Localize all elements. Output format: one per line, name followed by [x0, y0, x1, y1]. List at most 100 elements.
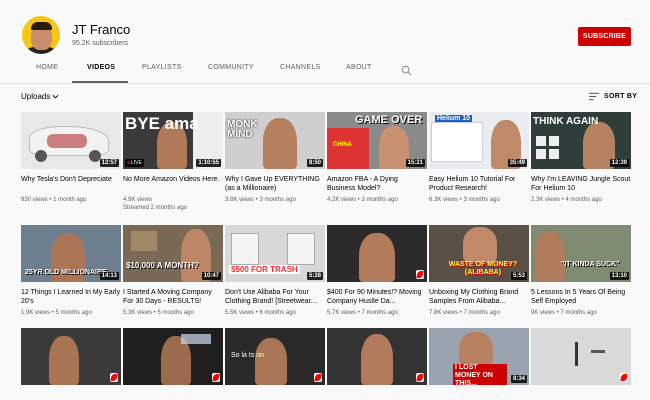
thumbnail-overlay-text: MONK MIND	[227, 119, 258, 140]
video-title[interactable]: Why Tesla's Don't Depreciate	[21, 175, 121, 193]
video-duration: 14:13	[99, 272, 119, 280]
video-thumbnail[interactable]: 12:57	[21, 112, 121, 169]
subscribe-button[interactable]: SUBSCRIBE	[578, 27, 631, 46]
video-thumbnail[interactable]	[531, 328, 631, 385]
video-thumbnail[interactable]: 25YR OLD MILLIONAIRE 14:13	[21, 225, 121, 282]
thumbnail-overlay-subtext: CHINA	[333, 142, 352, 148]
video-meta: 4.2K views • 3 months ago	[327, 197, 398, 203]
video-duration: 8:34	[510, 375, 527, 383]
video-card[interactable]: $400 For 90 Minutes!? Moving Company Hus…	[327, 225, 427, 317]
video-card[interactable]: I LOST MONEY ON THIS... 8:34	[429, 328, 529, 385]
video-title[interactable]: 12 Things I Learned In My Early 20's	[21, 288, 121, 306]
video-title[interactable]: Why I Gave Up EVERYTHING (as a Millionai…	[225, 175, 325, 193]
thumbnail-overlay-text: So la ts on	[231, 352, 265, 359]
sort-by-button[interactable]: SORT BY	[604, 93, 637, 100]
sort-icon[interactable]	[589, 92, 600, 101]
video-card[interactable]	[21, 328, 121, 385]
thumbnail-overlay-text: $10,000 A MONTH?	[126, 261, 199, 270]
video-thumbnail[interactable]: Helium 10 35:49	[429, 112, 529, 169]
video-title[interactable]: Why I'm LEAVING Jungle Scout For Helium …	[531, 175, 631, 193]
video-thumbnail[interactable]	[327, 225, 427, 282]
video-duration: 35:49	[507, 159, 527, 167]
video-card[interactable]: WASTE OF MONEY? (ALIBABA) 5:53 Unboxing …	[429, 225, 529, 317]
subscriber-count: 95.2K subscribers	[72, 40, 129, 47]
video-duration: 5:28	[306, 272, 323, 280]
video-card[interactable]	[327, 328, 427, 385]
video-card[interactable]: GAME OVER CHINA 15:21 Amazon FBA - A Dyi…	[327, 112, 427, 204]
video-meta: 3.8K views • 3 months ago	[225, 197, 296, 203]
video-thumbnail[interactable]: "IT KINDA SUCK" 13:10	[531, 225, 631, 282]
video-card[interactable]: MONK MIND 8:50 Why I Gave Up EVERYTHING …	[225, 112, 325, 204]
channel-header: JT Franco 95.2K subscribers SUBSCRIBE	[0, 0, 650, 56]
video-duration: 12:57	[99, 159, 119, 167]
video-card[interactable]: "IT KINDA SUCK" 13:10 5 Lessons In 5 Yea…	[531, 225, 631, 317]
shorts-icon	[212, 373, 220, 382]
shorts-icon	[314, 373, 322, 382]
thumbnail-overlay-text: $500 FOR TRASH	[229, 265, 300, 274]
thumbnail-overlay-text: I LOST MONEY ON THIS...	[453, 364, 507, 385]
video-thumbnail[interactable]: WASTE OF MONEY? (ALIBABA) 5:53	[429, 225, 529, 282]
video-card[interactable]: Helium 10 35:49 Easy Helium 10 Tutorial …	[429, 112, 529, 204]
tab-channels[interactable]: CHANNELS	[280, 64, 321, 71]
video-card[interactable]: THINK AGAIN 12:39 Why I'm LEAVING Jungle…	[531, 112, 631, 204]
video-thumbnail[interactable]: $10,000 A MONTH? 10:47	[123, 225, 223, 282]
video-thumbnail[interactable]: $500 FOR TRASH 5:28	[225, 225, 325, 282]
uploads-dropdown[interactable]: Uploads	[21, 92, 50, 101]
video-thumbnail[interactable]: BYE ama LIVE 1:10:55	[123, 112, 223, 169]
thumbnail-overlay-text: "IT KINDA SUCK"	[561, 261, 620, 268]
thumbnail-overlay-text: GAME OVER	[355, 114, 423, 126]
video-title[interactable]: Amazon FBA - A Dying Business Model?	[327, 175, 427, 193]
video-card[interactable]: $500 FOR TRASH 5:28 Don't Use Alibaba Fo…	[225, 225, 325, 317]
video-meta: 9K views • 7 months ago	[531, 310, 597, 316]
thumbnail-overlay-text: 25YR OLD MILLIONAIRE	[25, 269, 107, 276]
video-card[interactable]: $10,000 A MONTH? 10:47 I Started A Movin…	[123, 225, 223, 317]
video-thumbnail[interactable]: So la ts on	[225, 328, 325, 385]
video-meta: 5.3K views • 5 months ago	[123, 310, 194, 316]
video-title[interactable]: Unboxing My Clothing Brand Samples From …	[429, 288, 529, 306]
active-tab-indicator	[72, 81, 128, 83]
video-duration: 1:10:55	[196, 159, 221, 167]
video-meta: 5.5K views • 6 months ago	[225, 310, 296, 316]
search-icon[interactable]	[401, 65, 412, 76]
video-title[interactable]: Easy Helium 10 Tutorial For Product Rese…	[429, 175, 529, 193]
video-thumbnail[interactable]: I LOST MONEY ON THIS... 8:34	[429, 328, 529, 385]
channel-avatar[interactable]	[22, 16, 60, 54]
video-meta: 930 views • 1 month ago	[21, 197, 87, 203]
video-card[interactable]: 25YR OLD MILLIONAIRE 14:13 12 Things I L…	[21, 225, 121, 317]
video-thumbnail[interactable]: MONK MIND 8:50	[225, 112, 325, 169]
video-card[interactable]	[123, 328, 223, 385]
chevron-down-icon[interactable]	[51, 92, 60, 101]
video-meta: 1.9K views • 5 months ago	[21, 310, 92, 316]
video-thumbnail[interactable]: GAME OVER CHINA 15:21	[327, 112, 427, 169]
channel-name: JT Franco	[72, 22, 131, 37]
tab-home[interactable]: HOME	[36, 64, 58, 71]
live-badge: LIVE	[125, 159, 144, 167]
video-card[interactable]: 12:57 Why Tesla's Don't Depreciate 930 v…	[21, 112, 121, 204]
video-thumbnail[interactable]	[327, 328, 427, 385]
video-card[interactable]: So la ts on	[225, 328, 325, 385]
tab-videos[interactable]: VIDEOS	[87, 64, 115, 71]
video-duration: 5:53	[510, 272, 527, 280]
video-thumbnail[interactable]	[21, 328, 121, 385]
tab-playlists[interactable]: PLAYLISTS	[142, 64, 182, 71]
tab-community[interactable]: COMMUNITY	[208, 64, 254, 71]
shorts-icon	[110, 373, 118, 382]
video-title[interactable]: I Started A Moving Company For 30 Days -…	[123, 288, 223, 306]
video-duration: 12:39	[609, 159, 629, 167]
shorts-icon	[620, 373, 628, 382]
video-title[interactable]: $400 For 90 Minutes!? Moving Company Hus…	[327, 288, 427, 306]
video-meta: 4.9K views Streamed 2 months ago	[123, 197, 188, 211]
video-thumbnail[interactable]: THINK AGAIN 12:39	[531, 112, 631, 169]
video-card[interactable]	[531, 328, 631, 385]
video-thumbnail[interactable]	[123, 328, 223, 385]
thumbnail-overlay-text: Helium 10	[435, 115, 473, 122]
thumbnail-overlay-text: BYE ama	[125, 114, 199, 133]
tab-about[interactable]: ABOUT	[346, 64, 372, 71]
video-card[interactable]: BYE ama LIVE 1:10:55 No More Amazon Vide…	[123, 112, 223, 212]
video-title[interactable]: Don't Use Alibaba For Your Clothing Bran…	[225, 288, 325, 306]
thumbnail-overlay-text: THINK AGAIN	[533, 116, 599, 127]
video-duration: 13:10	[609, 272, 629, 280]
video-title[interactable]: 5 Lessons In 5 Years Of Being Self Emplo…	[531, 288, 631, 306]
video-title[interactable]: No More Amazon Videos Here.	[123, 175, 223, 193]
shorts-icon	[416, 270, 424, 279]
